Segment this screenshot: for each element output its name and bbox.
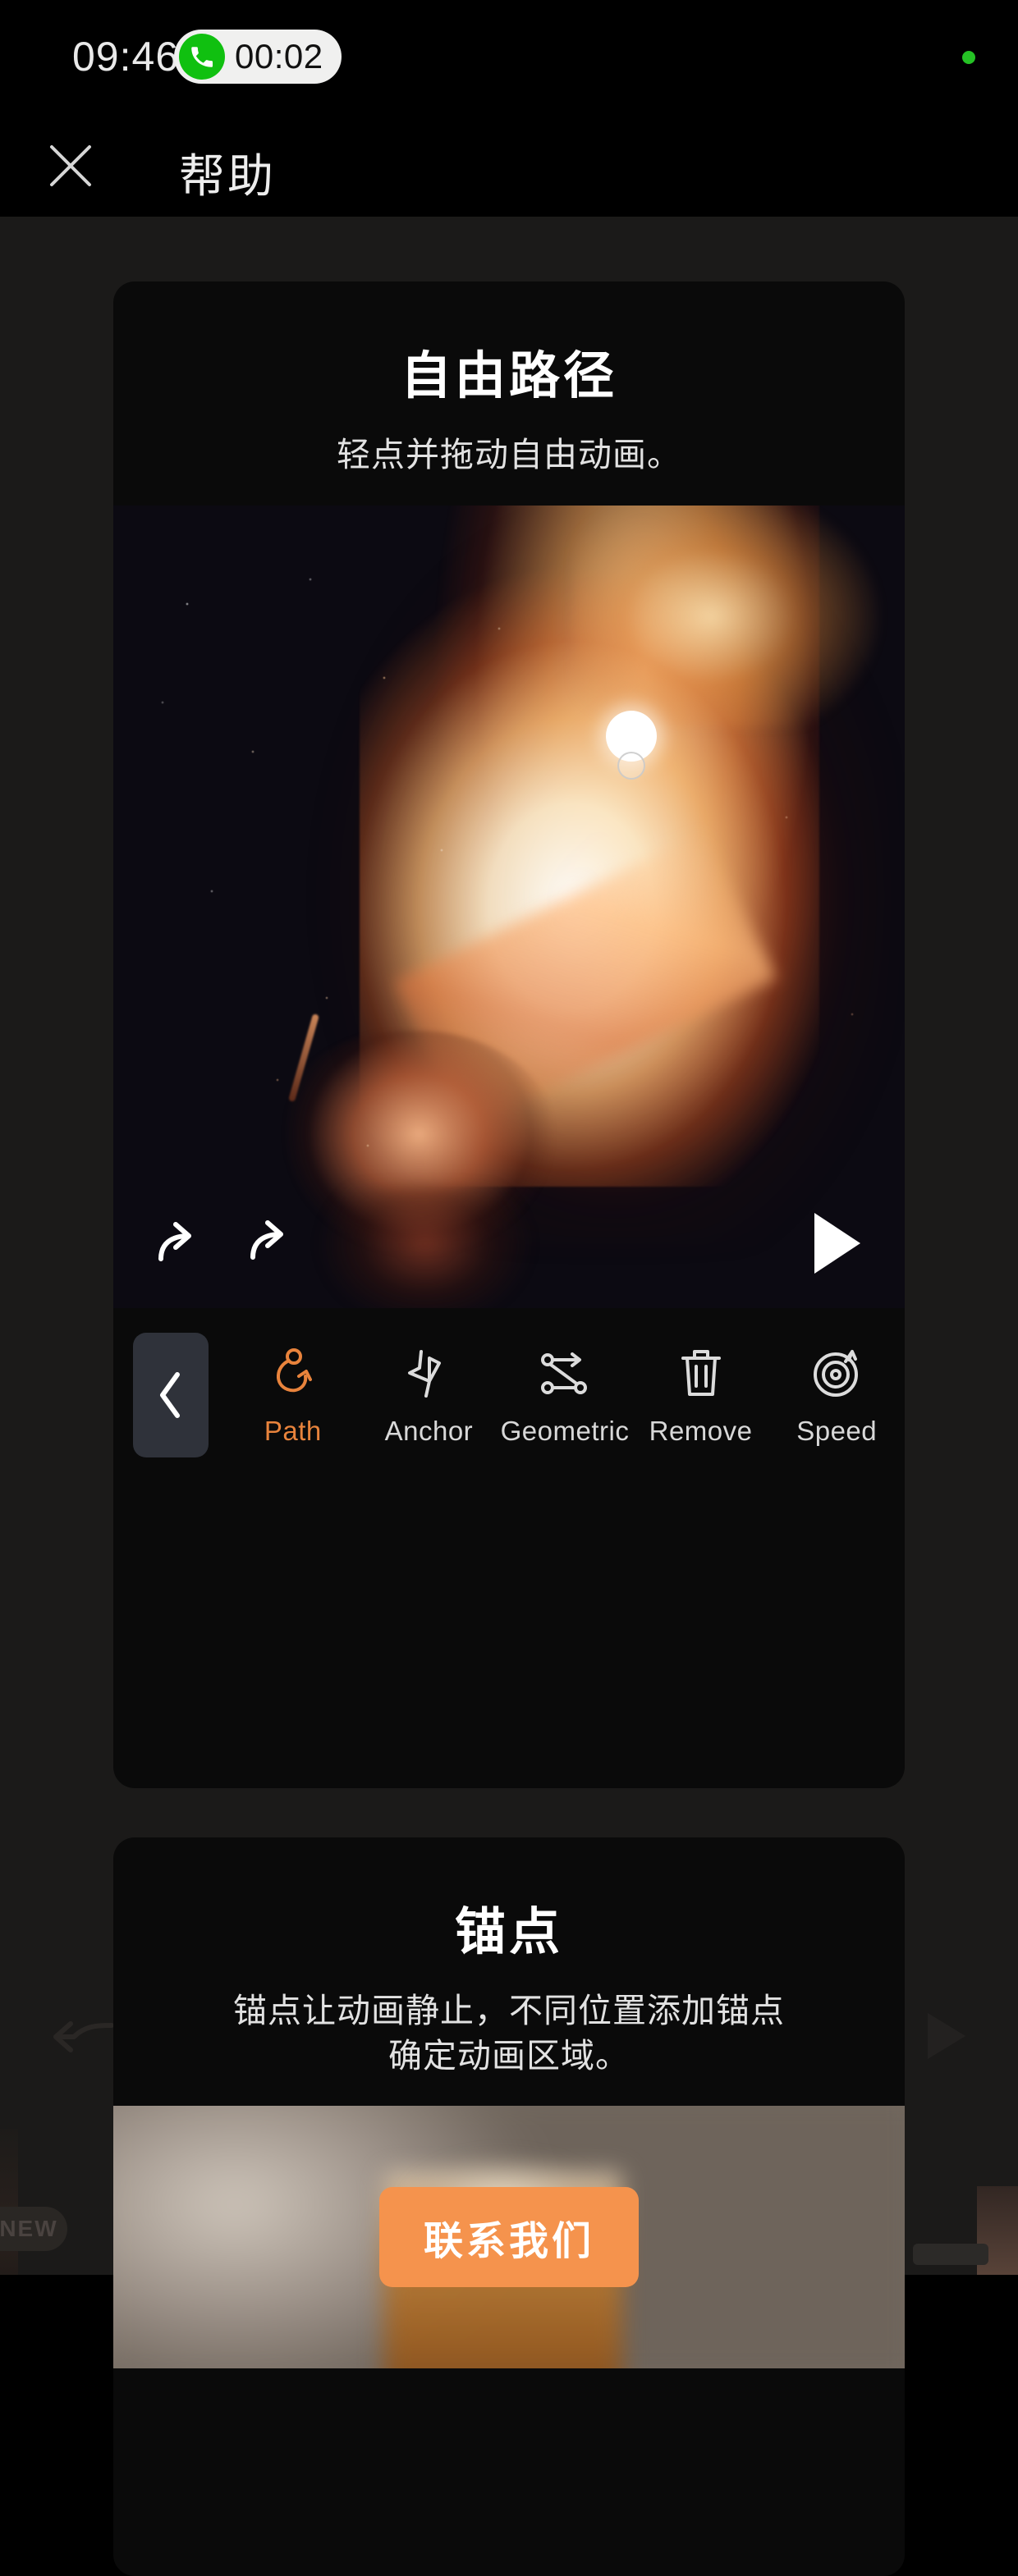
path-touch-point-trail bbox=[617, 751, 645, 780]
card-title: 自由路径 bbox=[400, 348, 617, 405]
card-media-fire[interactable] bbox=[113, 505, 905, 1308]
nav-bar: 帮助 bbox=[0, 115, 1018, 217]
help-card-anchor: 锚点 锚点让动画静止，不同位置添加锚点 确定动画区域。 联系我们 bbox=[113, 1837, 905, 2576]
close-icon bbox=[50, 145, 91, 186]
contact-button-wrap: 联系我们 bbox=[113, 2106, 905, 2368]
media-controls bbox=[113, 1200, 905, 1290]
toolbar-item-speed[interactable]: Speed bbox=[775, 1342, 898, 1447]
anchor-pin-icon bbox=[401, 1342, 456, 1401]
toolbar-back-button[interactable] bbox=[133, 1332, 209, 1457]
toolbar-label: Path bbox=[264, 1415, 322, 1446]
status-clock: 09:46 bbox=[72, 34, 180, 80]
speed-dial-icon bbox=[809, 1342, 864, 1401]
card-subtitle-line-1: 锚点让动画静止，不同位置添加锚点 bbox=[233, 1992, 785, 2029]
privacy-indicator-dot bbox=[962, 51, 975, 64]
fire-sparks bbox=[113, 505, 905, 1308]
phone-icon bbox=[179, 34, 225, 80]
card-media-drink[interactable]: 联系我们 bbox=[113, 2106, 905, 2369]
card-subtitle: 轻点并拖动自由动画。 bbox=[337, 436, 681, 474]
toolbar-items: Path Anchor Geometric Remove Speed bbox=[225, 1308, 905, 1480]
card-header: 锚点 锚点让动画静止，不同位置添加锚点 确定动画区域。 bbox=[113, 1837, 905, 2106]
chevron-left-icon bbox=[160, 1371, 180, 1418]
status-bar: 09:46 00:02 bbox=[0, 0, 1018, 115]
editor-toolbar: Path Anchor Geometric Remove Speed bbox=[113, 1307, 905, 1480]
card-title: 锚点 bbox=[454, 1904, 563, 1961]
card-header: 自由路径 轻点并拖动自由动画。 bbox=[113, 281, 905, 506]
play-triangle-icon[interactable] bbox=[806, 1210, 865, 1277]
close-button[interactable] bbox=[43, 138, 99, 194]
help-card-path: 自由路径 轻点并拖动自由动画。 Path Anchor Geometric Re… bbox=[113, 281, 905, 1788]
toolbar-label: Geometric bbox=[500, 1415, 630, 1446]
toolbar-label: Speed bbox=[796, 1415, 878, 1446]
toolbar-item-geometric[interactable]: Geometric bbox=[501, 1342, 629, 1447]
toolbar-item-path[interactable]: Path bbox=[232, 1342, 355, 1447]
path-loop-icon bbox=[266, 1342, 320, 1401]
call-duration: 00:02 bbox=[235, 37, 323, 75]
toolbar-label: Remove bbox=[649, 1415, 753, 1446]
active-call-pill[interactable]: 00:02 bbox=[174, 30, 342, 84]
redo-arrow-icon[interactable] bbox=[245, 1215, 304, 1274]
help-cards-scroll[interactable]: 自由路径 轻点并拖动自由动画。 Path Anchor Geometric Re… bbox=[0, 217, 1018, 2576]
toolbar-item-anchor[interactable]: Anchor bbox=[367, 1342, 490, 1447]
undo-arrow-icon[interactable] bbox=[149, 1215, 209, 1274]
toolbar-item-remove[interactable]: Remove bbox=[640, 1342, 763, 1447]
card-subtitle: 锚点让动画静止，不同位置添加锚点 确定动画区域。 bbox=[138, 1988, 880, 2078]
card-subtitle-line-2: 确定动画区域。 bbox=[388, 2036, 630, 2075]
toolbar-label: Anchor bbox=[384, 1415, 474, 1446]
page-title: 帮助 bbox=[179, 150, 276, 202]
geometric-arrow-icon bbox=[536, 1342, 594, 1401]
contact-us-button[interactable]: 联系我们 bbox=[378, 2187, 639, 2288]
trash-icon bbox=[676, 1342, 726, 1401]
